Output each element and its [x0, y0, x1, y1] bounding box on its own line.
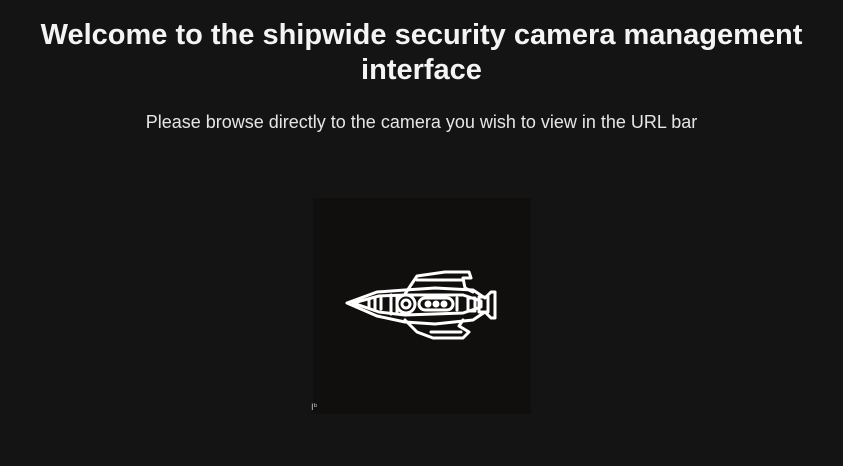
text-cursor-icon: Iᵇ — [311, 403, 318, 413]
spaceship-icon — [345, 270, 497, 340]
page-subtitle: Please browse directly to the camera you… — [145, 112, 698, 132]
page: Welcome to the shipwide security camera … — [0, 0, 843, 466]
page-title: Welcome to the shipwide security camera … — [40, 19, 803, 86]
ship-logo-image — [313, 198, 531, 414]
